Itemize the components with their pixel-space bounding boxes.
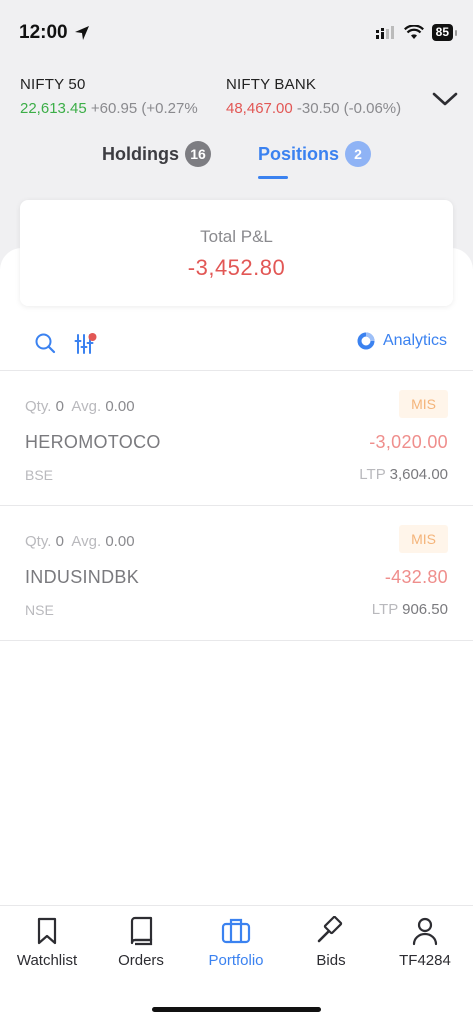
qty-value: 0 [55, 398, 64, 415]
qty-value: 0 [55, 533, 64, 550]
ltp: LTP 906.50 [372, 601, 448, 618]
qty-label: Qty. [25, 533, 52, 550]
nav-orders[interactable]: Orders [94, 916, 188, 969]
nav-label: Orders [118, 952, 164, 969]
symbol: INDUSINDBK [25, 567, 140, 587]
bookmark-icon [37, 917, 57, 945]
exchange: NSE [25, 602, 54, 618]
book-icon [130, 916, 153, 946]
product-badge: MIS [399, 390, 448, 418]
analytics-button[interactable]: Analytics [357, 332, 447, 350]
home-indicator[interactable] [152, 1007, 321, 1012]
product-badge: MIS [399, 525, 448, 553]
gavel-icon [317, 916, 343, 943]
nav-label: Portfolio [208, 952, 264, 969]
user-icon [412, 917, 438, 946]
positions-toolbar: Analytics [0, 330, 473, 358]
qty-label: Qty. [25, 398, 52, 415]
tab-label: Positions [258, 143, 340, 164]
time-label: 12:00 [19, 22, 68, 43]
position-row[interactable]: Qty. 0 Avg. 0.00 MIS HEROMOTOCO -3,020.0… [0, 371, 473, 506]
position-pnl: -3,020.00 [369, 432, 448, 452]
filter-icon[interactable] [74, 332, 98, 356]
status-bar: 12:00 85 [0, 0, 473, 62]
nav-watchlist[interactable]: Watchlist [0, 916, 94, 969]
qty-avg: Qty. 0 Avg. 0.00 [25, 398, 135, 415]
nav-label: Bids [316, 952, 346, 969]
market-indices: NIFTY 50 22,613.45 +60.95 (+0.27% NIFTY … [20, 76, 460, 124]
index-value: 22,613.45 [20, 100, 87, 117]
index-change-pct: (+0.27% [141, 100, 198, 117]
nav-account[interactable]: TF4284 [378, 916, 472, 969]
nav-label: TF4284 [399, 952, 451, 969]
position-pnl: -432.80 [384, 567, 448, 587]
active-tab-indicator [258, 176, 288, 179]
index-name: NIFTY 50 [20, 76, 86, 93]
count-badge: 2 [345, 141, 372, 167]
chevron-down-icon[interactable] [430, 84, 460, 114]
divider [0, 640, 473, 641]
exchange: BSE [25, 467, 54, 483]
pnl-value: -3,452.80 [187, 255, 286, 280]
analytics-icon [357, 332, 375, 350]
avg-value: 0.00 [105, 398, 135, 415]
index-change: -30.50 [296, 100, 340, 117]
index-nifty50[interactable]: NIFTY 50 22,613.45 +60.95 (+0.27% [20, 76, 220, 117]
avg-label: Avg. [71, 533, 102, 550]
position-row[interactable]: Qty. 0 Avg. 0.00 MIS INDUSINDBK -432.80 … [0, 506, 473, 641]
ltp-label: LTP [371, 601, 398, 618]
qty-avg: Qty. 0 Avg. 0.00 [25, 533, 135, 550]
ltp-value: 906.50 [402, 601, 448, 618]
index-name: NIFTY BANK [226, 76, 317, 93]
index-niftybank[interactable]: NIFTY BANK 48,467.00 -30.50 (-0.06%) [226, 76, 426, 117]
signal-icon [375, 25, 394, 39]
location-arrow-icon [74, 26, 89, 40]
avg-label: Avg. [71, 398, 102, 415]
battery-indicator: 85 [431, 24, 453, 41]
index-value: 48,467.00 [226, 100, 293, 117]
index-change-pct: (-0.06%) [343, 100, 402, 117]
analytics-label: Analytics [382, 332, 447, 349]
battery-nub [455, 29, 457, 36]
avg-value: 0.00 [105, 533, 135, 550]
nav-portfolio[interactable]: Portfolio [189, 916, 283, 969]
search-icon[interactable] [34, 332, 56, 354]
tab-holdings[interactable]: Holdings 16 [102, 141, 211, 167]
index-change: +60.95 [90, 100, 138, 117]
tab-positions[interactable]: Positions 2 [258, 141, 372, 167]
nav-bids[interactable]: Bids [284, 916, 378, 969]
nav-label: Watchlist [16, 952, 78, 969]
total-pnl-card: Total P&L -3,452.80 [20, 200, 453, 306]
ltp: LTP 3,604.00 [359, 466, 448, 483]
count-badge: 16 [185, 141, 211, 167]
symbol: HEROMOTOCO [25, 432, 161, 452]
ltp-value: 3,604.00 [389, 466, 448, 483]
portfolio-tabs: Holdings 16 Positions 2 [0, 141, 473, 181]
wifi-icon [403, 25, 424, 39]
pnl-label: Total P&L [200, 227, 273, 246]
briefcase-icon [221, 918, 251, 944]
ltp-label: LTP [359, 466, 386, 483]
tab-label: Holdings [102, 143, 179, 164]
status-time: 12:00 [19, 22, 90, 44]
